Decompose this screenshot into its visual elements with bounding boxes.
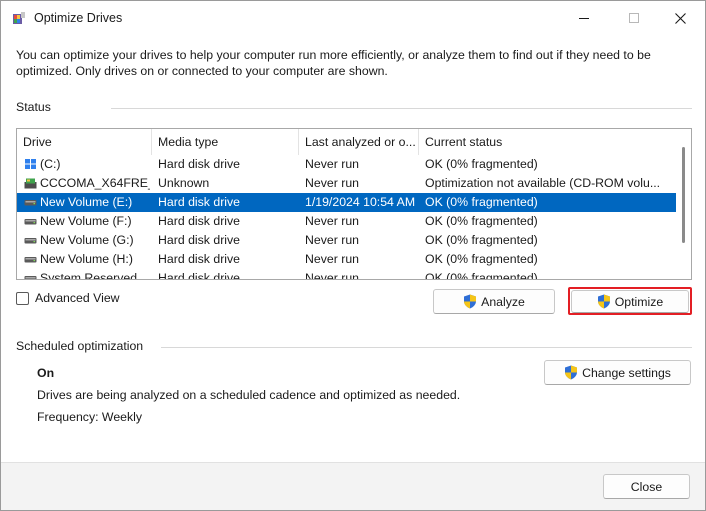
media-type: Hard disk drive bbox=[158, 233, 241, 247]
drive-name: (C:) bbox=[40, 157, 61, 171]
column-header-current-status[interactable]: Current status bbox=[419, 129, 677, 155]
drives-list-header: Drive Media type Last analyzed or o... C… bbox=[17, 129, 677, 155]
scrollbar-thumb[interactable] bbox=[682, 147, 685, 243]
window-title: Optimize Drives bbox=[34, 11, 123, 25]
defrag-icon bbox=[13, 12, 25, 24]
drive-row[interactable]: New Volume (H:) Hard disk drive Never run O… bbox=[17, 250, 677, 269]
current-status: Optimization not available (CD-ROM volu.… bbox=[425, 176, 661, 190]
column-header-drive[interactable]: Drive bbox=[17, 129, 152, 155]
last-analyzed: Never run bbox=[305, 176, 359, 190]
drive-row[interactable]: New Volume (E:) Hard disk drive 1/19/2024 … bbox=[17, 193, 677, 212]
last-analyzed: Never run bbox=[305, 233, 359, 247]
status-divider bbox=[111, 108, 692, 109]
current-status: OK (0% fragmented) bbox=[425, 214, 538, 228]
current-status: OK (0% fragmented) bbox=[425, 252, 538, 266]
last-analyzed: 1/19/2024 10:54 AM bbox=[305, 195, 416, 209]
media-type: Unknown bbox=[158, 176, 210, 190]
change-settings-button[interactable]: Change settings bbox=[544, 360, 691, 385]
current-status: OK (0% fragmented) bbox=[425, 157, 538, 171]
current-status: OK (0% fragmented) bbox=[425, 233, 538, 247]
uac-shield-icon bbox=[464, 294, 477, 309]
media-type: Hard disk drive bbox=[158, 157, 241, 171]
close-window-button[interactable] bbox=[657, 1, 703, 35]
media-type: Hard disk drive bbox=[158, 271, 241, 280]
drive-row[interactable]: CCCOMA_X64FRE_... Unknown Never run Optimiz… bbox=[17, 174, 677, 193]
last-analyzed: Never run bbox=[305, 157, 359, 171]
uac-shield-icon bbox=[565, 365, 578, 380]
media-type: Hard disk drive bbox=[158, 252, 241, 266]
close-icon bbox=[674, 12, 686, 24]
current-status: OK (0% fragmented) bbox=[425, 195, 538, 209]
column-header-media-type[interactable]: Media type bbox=[152, 129, 299, 155]
drive-name: CCCOMA_X64FRE_... bbox=[40, 176, 150, 190]
title-bar[interactable]: Optimize Drives bbox=[1, 1, 705, 35]
current-status: OK (0% fragmented) bbox=[425, 271, 538, 280]
drive-name: New Volume (G:) bbox=[40, 233, 134, 247]
scheduled-divider bbox=[161, 347, 692, 348]
drive-row[interactable]: New Volume (G:) Hard disk drive Never run O… bbox=[17, 231, 677, 250]
scheduled-section-label: Scheduled optimization bbox=[16, 339, 144, 353]
maximize-button[interactable] bbox=[611, 1, 657, 35]
minimize-button[interactable] bbox=[561, 1, 607, 35]
analyze-button[interactable]: Analyze bbox=[433, 289, 555, 314]
advanced-view-checkbox[interactable] bbox=[16, 292, 29, 305]
vertical-scrollbar[interactable] bbox=[676, 129, 691, 279]
drive-name: New Volume (F:) bbox=[40, 214, 132, 228]
close-button-label: Close bbox=[630, 479, 663, 494]
media-type: Hard disk drive bbox=[158, 195, 241, 209]
status-section-label: Status bbox=[16, 100, 51, 114]
dialog-footer: Close bbox=[1, 462, 705, 510]
drive-name: New Volume (E:) bbox=[40, 195, 133, 209]
description-text: You can optimize your drives to help you… bbox=[16, 48, 651, 78]
drive-row[interactable]: (C:) Hard disk drive Never run OK (0% fragm… bbox=[17, 155, 677, 174]
schedule-frequency: Frequency: Weekly bbox=[37, 410, 143, 424]
analyze-button-label: Analyze bbox=[481, 294, 525, 309]
schedule-description: Drives are being analyzed on a scheduled… bbox=[37, 388, 461, 402]
last-analyzed: Never run bbox=[305, 271, 359, 280]
minimize-icon bbox=[579, 17, 589, 19]
column-header-last-analyzed[interactable]: Last analyzed or o... bbox=[299, 129, 419, 155]
maximize-icon bbox=[629, 13, 639, 23]
drive-row[interactable]: System Reserved Hard disk drive Never run O… bbox=[17, 269, 677, 280]
optimize-button-highlight bbox=[568, 287, 692, 315]
drive-name: New Volume (H:) bbox=[40, 252, 133, 266]
last-analyzed: Never run bbox=[305, 252, 359, 266]
schedule-state: On bbox=[37, 366, 55, 380]
last-analyzed: Never run bbox=[305, 214, 359, 228]
advanced-view-label[interactable]: Advanced View bbox=[35, 291, 120, 305]
media-type: Hard disk drive bbox=[158, 214, 241, 228]
optimize-drives-window: Optimize Drives You can optimize your dr… bbox=[0, 0, 706, 511]
drive-row[interactable]: New Volume (F:) Hard disk drive Never run O… bbox=[17, 212, 677, 231]
close-button[interactable]: Close bbox=[603, 474, 690, 499]
drive-name: System Reserved bbox=[40, 271, 138, 280]
drives-list[interactable]: Drive Media type Last analyzed or o... C… bbox=[16, 128, 692, 280]
change-settings-label: Change settings bbox=[582, 365, 671, 380]
